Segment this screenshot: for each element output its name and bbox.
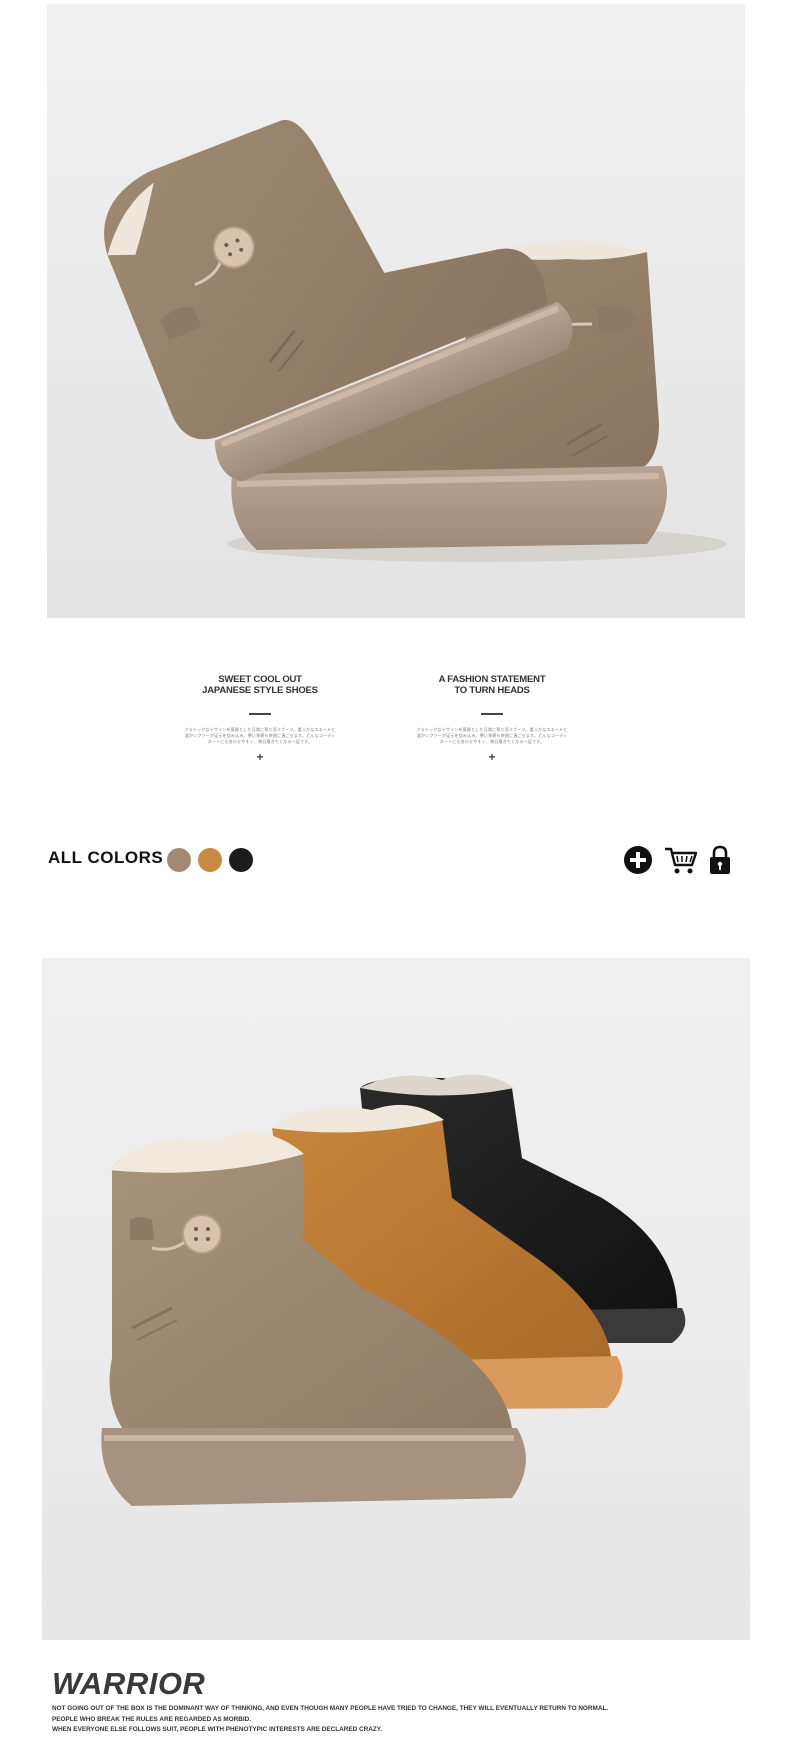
color-swatch-tan[interactable] xyxy=(198,848,222,872)
feature-block: A FASHION STATEMENT TO TURN HEADS クラシックな… xyxy=(402,674,582,763)
shopping-cart-icon[interactable] xyxy=(663,844,699,876)
feature-title-line: A FASHION STATEMENT xyxy=(438,674,546,685)
three-boots-illustration xyxy=(101,1074,686,1506)
feature-section: SWEET COOL OUT JAPANESE STYLE SHOES クラシッ… xyxy=(0,660,790,790)
brand-tagline: NOT GOING OUT OF THE BOX IS THE DOMINANT… xyxy=(52,1704,752,1736)
lock-icon[interactable] xyxy=(707,844,733,876)
color-selector-row: ALL COLORS xyxy=(0,840,790,876)
color-lineup-image xyxy=(42,958,750,1640)
feature-title-line: JAPANESE STYLE SHOES xyxy=(202,685,318,696)
brand-title: WARRIOR xyxy=(52,1666,206,1701)
brand-tagline-line: PEOPLE WHO BREAK THE RULES ARE REGARDED … xyxy=(52,1715,252,1723)
plus-circle-icon[interactable] xyxy=(622,844,654,876)
feature-divider xyxy=(481,713,503,715)
brand-block: WARRIOR NOT GOING OUT OF THE BOX IS THE … xyxy=(52,1668,752,1736)
feature-expand-plus[interactable]: + xyxy=(402,751,582,763)
feature-divider xyxy=(249,713,271,715)
color-swatch-khaki[interactable] xyxy=(167,848,191,872)
color-swatch-black[interactable] xyxy=(229,848,253,872)
feature-body: クラシックなデザインを基調とした日常に寄り添うブーツ。柔らかなスエードと温かいフ… xyxy=(184,727,336,744)
feature-title: A FASHION STATEMENT TO TURN HEADS xyxy=(402,674,582,696)
feature-body: クラシックなデザインを基調とした日常に寄り添うブーツ。柔らかなスエードと温かいフ… xyxy=(416,727,568,744)
brand-tagline-line: NOT GOING OUT OF THE BOX IS THE DOMINANT… xyxy=(52,1705,609,1712)
brand-tagline-line: WHEN EVERYONE ELSE FOLLOWS SUIT, PEOPLE … xyxy=(52,1726,383,1733)
hero-product-image xyxy=(47,4,745,618)
feature-title-line: TO TURN HEADS xyxy=(454,685,530,696)
feature-expand-plus[interactable]: + xyxy=(170,751,350,763)
stacked-boots-illustration xyxy=(104,119,727,562)
feature-block: SWEET COOL OUT JAPANESE STYLE SHOES クラシッ… xyxy=(170,674,350,763)
feature-title-line: SWEET COOL OUT xyxy=(218,674,302,685)
all-colors-label: ALL COLORS xyxy=(48,848,164,867)
feature-title: SWEET COOL OUT JAPANESE STYLE SHOES xyxy=(170,674,350,696)
